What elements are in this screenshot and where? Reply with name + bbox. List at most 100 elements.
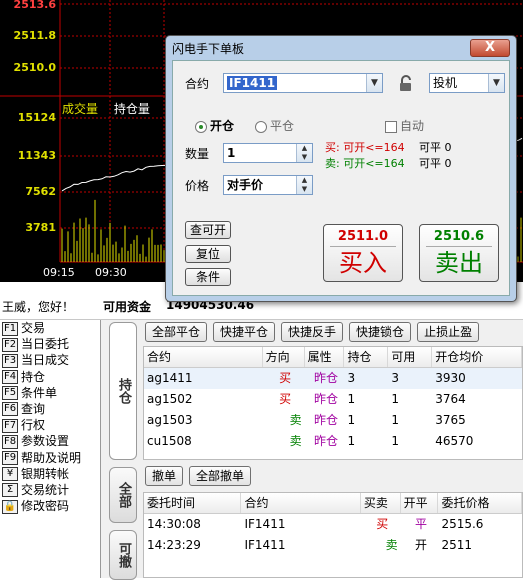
menu-item-statistics[interactable]: Σ 交易统计 <box>0 482 100 498</box>
menu-item-conditional[interactable]: F5 条件单 <box>0 385 100 401</box>
time-label: 09:15 <box>43 266 75 279</box>
contract-value: IF1411 <box>227 76 278 90</box>
menu-label: 当日委托 <box>21 337 70 352</box>
menu-label: 条件单 <box>21 385 58 400</box>
column-header[interactable]: 方向 <box>263 347 305 367</box>
menu-item-help[interactable]: F9 帮助及说明 <box>0 450 100 466</box>
cell-avg-price: 3764 <box>435 392 466 406</box>
column-header[interactable]: 属性 <box>305 347 345 367</box>
capital-label: 可用资金 <box>103 300 152 314</box>
menu-item-change-password[interactable]: 🔒 修改密码 <box>0 498 100 514</box>
hedge-type-select[interactable]: 投机 ▼ <box>429 73 505 93</box>
quick-reverse-button[interactable]: 快捷反手 <box>281 322 344 342</box>
price-value: 对手价 <box>227 178 264 192</box>
cell-side: 卖 <box>385 538 398 552</box>
column-header[interactable]: 委托时间 <box>144 493 242 513</box>
open-interest-label: 持仓量 <box>113 102 150 116</box>
time-label: 09:30 <box>95 266 127 279</box>
menu-item-today-trades[interactable]: F3 当日成交 <box>0 352 100 368</box>
stop-loss-profit-button[interactable]: 止损止盈 <box>417 322 480 342</box>
column-header[interactable]: 开仓均价 <box>432 347 522 367</box>
cell-contract: cu1508 <box>147 434 192 448</box>
menu-item-query[interactable]: F6 查询 <box>0 401 100 417</box>
sell-available: 卖: 可开<=164 <box>325 155 405 171</box>
query-available-button[interactable]: 查可开 <box>185 221 231 239</box>
reset-button[interactable]: 复位 <box>185 245 231 263</box>
cell-time: 14:23:29 <box>147 538 201 552</box>
cell-side: 买 <box>376 517 389 531</box>
sell-info: 卖: 可开<=164 <box>325 157 405 170</box>
menu-label: 当日成交 <box>21 353 70 368</box>
menu-label: 交易统计 <box>21 482 70 497</box>
menu-item-positions[interactable]: F4 持仓 <box>0 369 100 385</box>
table-row[interactable]: 14:30:08 IF1411 买 平 2515.6 <box>144 514 522 535</box>
menu-item-bank-transfer[interactable]: ¥ 银期转帐 <box>0 466 100 482</box>
column-header[interactable]: 合约 <box>241 493 361 513</box>
radio-icon <box>255 120 267 133</box>
tab-all-orders[interactable]: 全部 <box>109 467 137 523</box>
cancel-order-button[interactable]: 撤单 <box>145 466 184 486</box>
cell-contract: IF1411 <box>244 538 286 552</box>
cell-price: 2511 <box>441 538 472 552</box>
price-label: 价格 <box>185 179 210 193</box>
close-button[interactable]: X <box>470 39 510 57</box>
flash-order-dialog: 闪电手下单板 X 合约 IF1411 ▼ 投机 ▼ 开仓 平仓 自动 数量 1 … <box>165 35 517 302</box>
positions-panel: 全部平仓 快捷平仓 快捷反手 快捷锁仓 止损止盈 合约 方向 属性 持仓 可用 … <box>141 320 523 460</box>
sell-price: 2510.6 <box>426 227 492 247</box>
quick-lock-button[interactable]: 快捷锁仓 <box>349 322 412 342</box>
menu-item-settings[interactable]: F8 参数设置 <box>0 433 100 449</box>
table-row[interactable]: ag1502 买 昨仓 1 1 3764 <box>144 389 522 410</box>
condition-button[interactable]: 条件 <box>185 268 231 286</box>
positions-toolbar: 全部平仓 快捷平仓 快捷反手 快捷锁仓 止损止盈 <box>145 322 480 342</box>
hotkey: F8 <box>2 434 18 449</box>
column-header[interactable]: 合约 <box>144 347 263 367</box>
tab-cancelable[interactable]: 可撤 <box>109 530 137 580</box>
menu-item-exercise[interactable]: F7 行权 <box>0 417 100 433</box>
spin-icon[interactable]: ▲ ▼ <box>296 176 312 194</box>
close-radio[interactable]: 平仓 <box>255 117 294 134</box>
buy-button[interactable]: 2511.0 买入 <box>323 224 403 282</box>
sell-button[interactable]: 2510.6 卖出 <box>419 224 499 282</box>
cell-position: 1 <box>347 434 356 448</box>
table-row[interactable]: ag1411 买 昨仓 3 3 3930 <box>144 368 522 389</box>
column-header[interactable]: 持仓 <box>344 347 389 367</box>
checkbox-icon <box>385 120 397 133</box>
cell-time: 14:30:08 <box>147 517 201 531</box>
contract-select[interactable]: IF1411 ▼ <box>223 73 383 93</box>
volume-axis-label: 7562 <box>25 185 56 198</box>
chevron-down-icon: ▼ <box>366 74 382 92</box>
cell-contract: ag1502 <box>147 392 193 406</box>
auto-checkbox[interactable]: 自动 <box>385 117 424 134</box>
quantity-stepper[interactable]: 1 ▲ ▼ <box>223 143 313 163</box>
cancel-all-button[interactable]: 全部撤单 <box>189 466 252 486</box>
table-row[interactable]: 14:23:29 IF1411 卖 开 2511 <box>144 535 522 556</box>
close-all-button[interactable]: 全部平仓 <box>145 322 208 342</box>
cell-price: 2515.6 <box>441 517 484 531</box>
menu-item-today-orders[interactable]: F2 当日委托 <box>0 336 100 352</box>
cell-contract: IF1411 <box>244 517 286 531</box>
quick-close-button[interactable]: 快捷平仓 <box>213 322 276 342</box>
volume-axis-label: 11343 <box>17 149 56 162</box>
spin-icon[interactable]: ▲ ▼ <box>296 144 312 162</box>
open-radio[interactable]: 开仓 <box>195 117 234 134</box>
hotkey: F2 <box>2 337 18 352</box>
column-header[interactable]: 委托价格 <box>438 493 522 513</box>
column-header[interactable]: 买卖 <box>361 493 401 513</box>
unlock-icon[interactable] <box>397 75 415 93</box>
table-row[interactable]: cu1508 卖 昨仓 1 1 46570 <box>144 431 522 452</box>
column-header[interactable]: 可用 <box>388 347 433 367</box>
menu-label: 持仓 <box>21 369 46 384</box>
volume-label: 成交量 <box>62 102 99 116</box>
cell-attr: 昨仓 <box>314 371 339 385</box>
table-row[interactable]: ag1503 卖 昨仓 1 1 3765 <box>144 410 522 431</box>
cell-direction: 买 <box>279 392 292 406</box>
radio-icon <box>195 120 207 133</box>
dialog-title: 闪电手下单板 <box>172 42 245 56</box>
cell-direction: 卖 <box>289 434 302 448</box>
menu-item-trade[interactable]: F1 交易 <box>0 320 100 336</box>
tab-positions[interactable]: 持仓 <box>109 322 137 460</box>
price-stepper[interactable]: 对手价 ▲ ▼ <box>223 175 313 195</box>
auto-label: 自动 <box>400 119 425 133</box>
column-header[interactable]: 开平 <box>401 493 439 513</box>
chevron-down-icon: ▼ <box>488 74 504 92</box>
